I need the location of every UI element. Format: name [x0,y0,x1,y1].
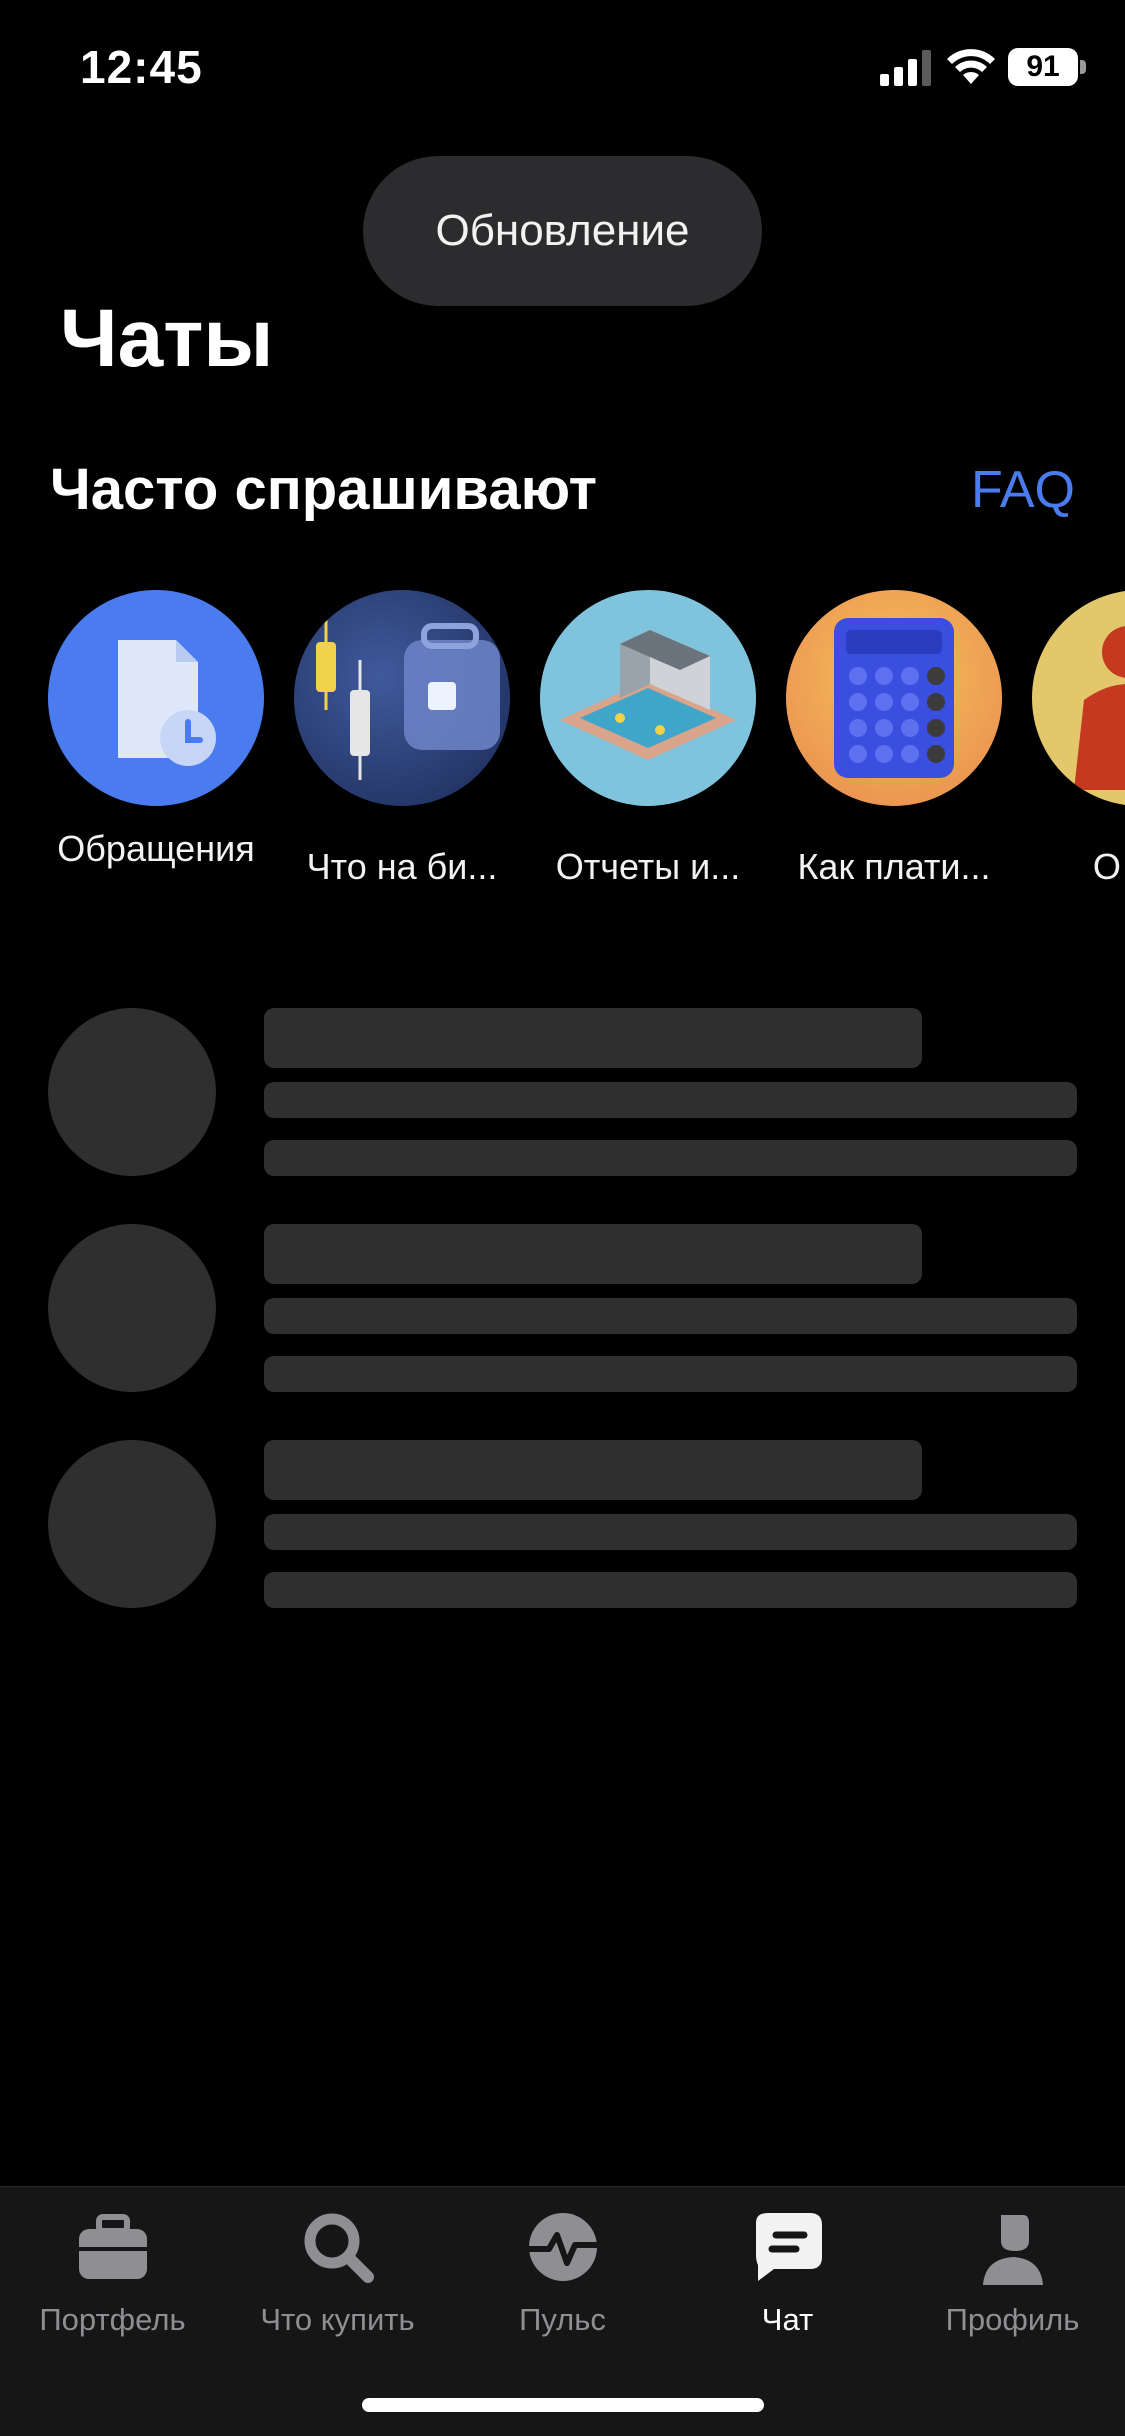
update-toast[interactable]: Обновление [363,156,762,306]
statue-icon [1032,590,1125,806]
story-label: Что на би... [306,846,498,887]
chat-skeleton-row [0,1440,1125,1610]
skeleton-line [264,1356,1077,1392]
skeleton-line [264,1572,1077,1608]
calculator-icon [786,590,1002,806]
battery-level: 91 [1008,48,1078,86]
tab-profile[interactable]: Профиль [900,2205,1125,2338]
skeleton-avatar [48,1008,216,1176]
tab-label: Портфель [39,2302,186,2337]
tab-pulse[interactable]: Пульс [450,2205,675,2338]
skeleton-avatar [48,1224,216,1392]
search-icon [304,2213,374,2283]
faq-link[interactable]: FAQ [971,460,1075,520]
document-clock-icon [48,590,264,806]
status-time: 12:45 [80,41,203,93]
signal-icon [880,50,931,86]
story-label: Как плати... [797,846,991,887]
story-item[interactable]: Обращения [36,590,276,870]
story-item[interactable]: О тар [1020,590,1125,888]
chat-skeleton-row [0,1008,1125,1178]
profile-icon [982,2215,1043,2285]
tab-label: Профиль [945,2302,1080,2337]
pulse-icon [528,2213,597,2281]
page-title: Чаты [60,293,274,384]
isometric-building-icon [540,590,756,806]
tab-portfolio[interactable]: Портфель [0,2205,225,2338]
battery-indicator: 91 [1008,48,1086,86]
tab-chat[interactable]: Чат [675,2205,900,2338]
skeleton-line [264,1224,922,1284]
briefcase-icon [78,2214,147,2279]
stories-carousel[interactable]: Обращения Что на би... Отчеты и... Как п… [0,590,1125,910]
story-label: Отчеты и... [555,846,741,887]
chat-icon [755,2213,822,2281]
tab-what-to-buy[interactable]: Что купить [225,2205,450,2338]
skeleton-line [264,1140,1077,1176]
story-label: Обращения [57,828,255,869]
chat-skeleton-row [0,1224,1125,1394]
skeleton-line [264,1008,922,1068]
faq-section-header: Часто спрашивают [50,457,598,522]
tab-label: Чат [761,2302,814,2337]
skeleton-avatar [48,1440,216,1608]
skeleton-line [264,1298,1077,1334]
story-label: О тар [1092,846,1125,887]
tab-label: Что купить [260,2302,415,2337]
story-item[interactable]: Что на би... [282,590,522,888]
skeleton-line [264,1440,922,1500]
battery-tip [1080,60,1086,74]
story-item[interactable]: Отчеты и... [528,590,768,888]
tab-label: Пульс [519,2302,606,2337]
skeleton-line [264,1082,1077,1118]
story-item[interactable]: Как плати... [774,590,1014,888]
status-bar: 12:45 91 [0,0,1125,140]
home-indicator[interactable] [362,2398,764,2412]
wifi-icon [947,49,995,84]
candles-briefcase-icon [294,590,510,806]
update-toast-label: Обновление [435,206,690,255]
skeleton-line [264,1514,1077,1550]
